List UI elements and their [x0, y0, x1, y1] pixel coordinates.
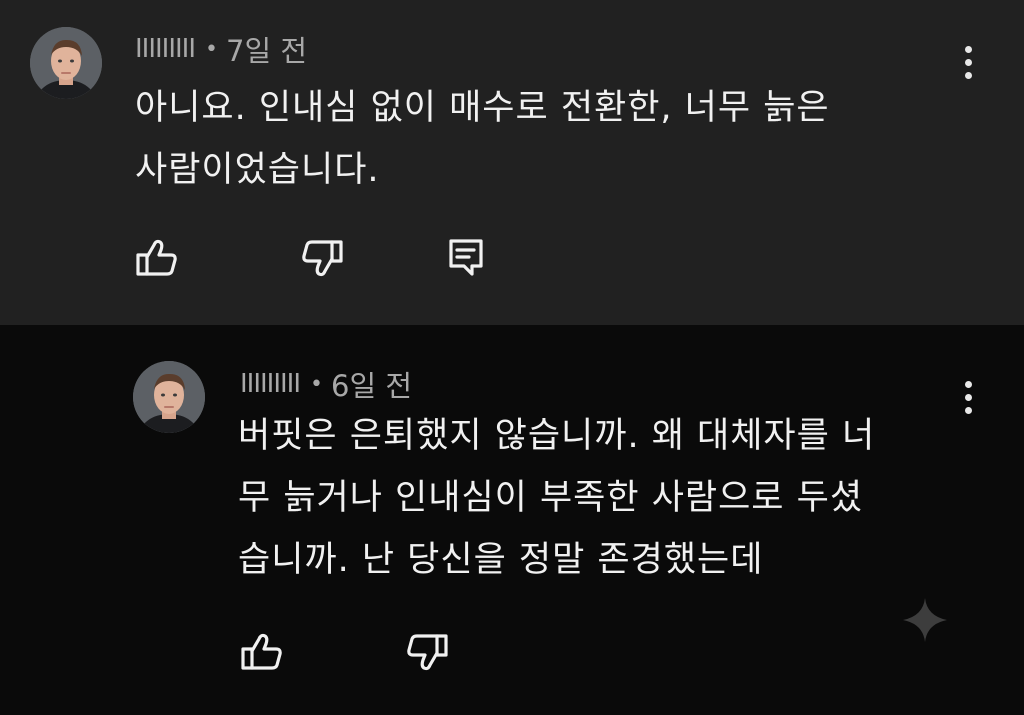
sparkle-icon[interactable] [900, 595, 950, 645]
comment-text: 버핏은 은퇴했지 않습니까. 왜 대체자를 너 무 늙거나 인내심이 부족한 사… [238, 405, 958, 591]
thumbs-down-icon[interactable] [296, 233, 346, 283]
thumbs-down-icon[interactable] [401, 627, 451, 677]
meta-separator: • [205, 36, 218, 62]
reply-icon[interactable] [441, 232, 491, 282]
comment-author[interactable]: IIIIIIIII [135, 34, 196, 64]
comments-screen: IIIIIIIII • 7일 전 아니요. 인내심 없이 매수로 전환한, 너무… [0, 0, 1024, 715]
comment-time: 7일 전 [226, 34, 308, 68]
reply-card: IIIIIIIII • 6일 전 버핏은 은퇴했지 않습니까. 왜 대체자를 너… [0, 325, 1024, 715]
comment-text-line: 무 늙거나 인내심이 부족한 사람으로 두셨 [238, 478, 864, 518]
comment-text-line: 습니까. 난 당신을 정말 존경했는데 [238, 540, 764, 580]
comment-card: IIIIIIIII • 7일 전 아니요. 인내심 없이 매수로 전환한, 너무… [0, 0, 1024, 325]
thumbs-up-icon[interactable] [238, 627, 288, 677]
meta-separator: • [310, 371, 323, 397]
comment-time: 6일 전 [331, 369, 413, 403]
avatar[interactable] [30, 27, 102, 99]
thumbs-up-icon[interactable] [133, 233, 183, 283]
avatar[interactable] [133, 361, 205, 433]
comment-meta: IIIIIIIII • 7일 전 [135, 28, 307, 70]
comment-text-line: 사람이었습니다. [135, 150, 380, 190]
comment-author[interactable]: IIIIIIIII [240, 369, 301, 399]
comment-meta: IIIIIIIII • 6일 전 [240, 363, 412, 405]
comment-text-line: 버핏은 은퇴했지 않습니까. 왜 대체자를 너 [238, 416, 876, 456]
comment-text: 아니요. 인내심 없이 매수로 전환한, 너무 늙은 사람이었습니다. [135, 77, 935, 201]
comment-text-line: 아니요. 인내심 없이 매수로 전환한, 너무 늙은 [135, 88, 830, 128]
more-vert-icon[interactable] [953, 40, 983, 84]
